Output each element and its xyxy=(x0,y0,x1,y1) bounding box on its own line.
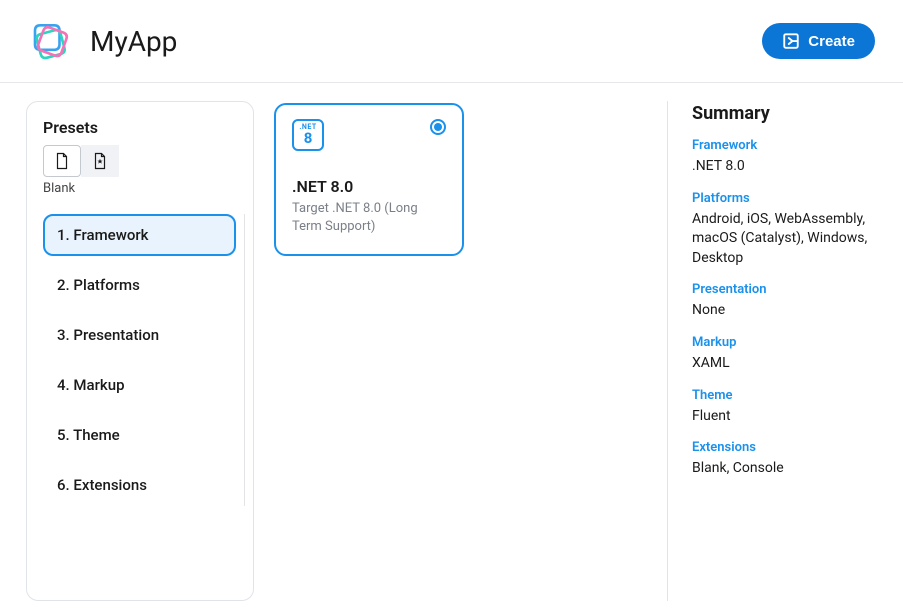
right-panel: Summary Framework .NET 8.0 Platforms And… xyxy=(667,101,877,601)
step-framework[interactable]: 1. Framework xyxy=(43,214,236,256)
summary-value: .NET 8.0 xyxy=(692,157,877,177)
summary-value: Blank, Console xyxy=(692,459,877,479)
card-title: .NET 8.0 xyxy=(292,177,446,196)
create-button[interactable]: Create xyxy=(762,23,875,59)
step-presentation[interactable]: 3. Presentation xyxy=(43,314,236,356)
summary-theme: Theme Fluent xyxy=(692,388,877,427)
option-card-net8[interactable]: .NET 8 .NET 8.0 Target .NET 8.0 (Long Te… xyxy=(274,103,464,256)
step-markup[interactable]: 4. Markup xyxy=(43,364,236,406)
step-theme[interactable]: 5. Theme xyxy=(43,414,236,456)
summary-label: Presentation xyxy=(692,282,877,297)
middle-panel: .NET 8 .NET 8.0 Target .NET 8.0 (Long Te… xyxy=(274,101,647,601)
app-title: MyApp xyxy=(90,25,177,58)
presets-title: Presets xyxy=(43,118,245,137)
summary-framework: Framework .NET 8.0 xyxy=(692,138,877,177)
content: Presets Blank 1. Framework 2. Platforms … xyxy=(0,83,903,601)
export-icon xyxy=(782,32,800,50)
header: MyApp Create xyxy=(0,0,903,83)
summary-extensions: Extensions Blank, Console xyxy=(692,440,877,479)
radio-selected-icon[interactable] xyxy=(430,119,446,135)
summary-value: None xyxy=(692,301,877,321)
create-button-label: Create xyxy=(808,33,855,50)
summary-label: Markup xyxy=(692,335,877,350)
summary-markup: Markup XAML xyxy=(692,335,877,374)
summary-label: Theme xyxy=(692,388,877,403)
summary-label: Framework xyxy=(692,138,877,153)
step-extensions[interactable]: 6. Extensions xyxy=(43,464,236,506)
net-badge-number: 8 xyxy=(304,131,313,146)
card-header: .NET 8 xyxy=(292,119,446,151)
left-panel: Presets Blank 1. Framework 2. Platforms … xyxy=(26,101,254,601)
step-platforms[interactable]: 2. Platforms xyxy=(43,264,236,306)
summary-platforms: Platforms Android, iOS, WebAssembly, mac… xyxy=(692,191,877,269)
summary-title: Summary xyxy=(692,103,877,124)
header-left: MyApp xyxy=(28,20,177,62)
preset-blank-icon[interactable] xyxy=(43,145,81,177)
summary-value: XAML xyxy=(692,354,877,374)
preset-recommended-icon[interactable] xyxy=(81,145,119,177)
net-badge-icon: .NET 8 xyxy=(292,119,324,151)
summary-value: Android, iOS, WebAssembly, macOS (Cataly… xyxy=(692,210,877,269)
steps-list: 1. Framework 2. Platforms 3. Presentatio… xyxy=(43,214,245,506)
card-description: Target .NET 8.0 (Long Term Support) xyxy=(292,200,446,236)
preset-label: Blank xyxy=(43,181,245,196)
logo-icon xyxy=(28,20,70,62)
presets-icons xyxy=(43,145,245,177)
summary-label: Extensions xyxy=(692,440,877,455)
summary-value: Fluent xyxy=(692,407,877,427)
summary-presentation: Presentation None xyxy=(692,282,877,321)
summary-label: Platforms xyxy=(692,191,877,206)
